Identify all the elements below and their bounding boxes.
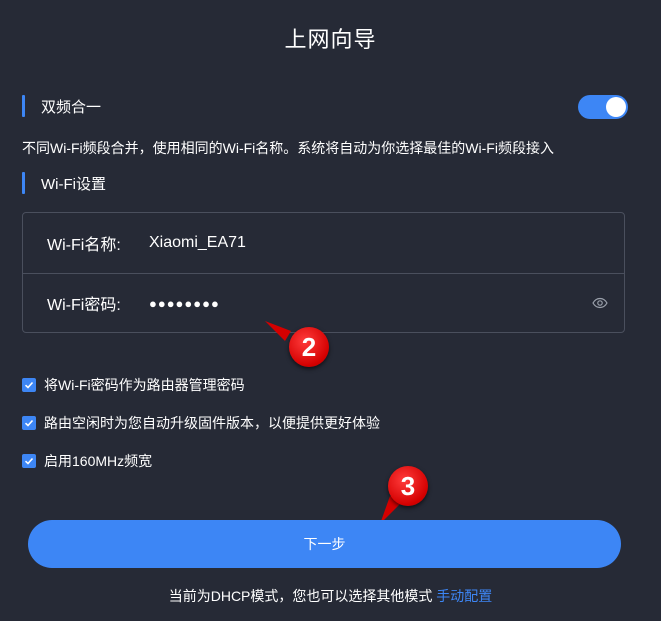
- check-icon[interactable]: [22, 454, 36, 468]
- wifi-settings-section-header: Wi-Fi设置: [22, 172, 106, 194]
- option-label: 将Wi-Fi密码作为路由器管理密码: [44, 377, 245, 393]
- dual-band-section-header: 双频合一: [22, 95, 101, 117]
- wifi-password-label: Wi-Fi密码:: [47, 297, 121, 314]
- next-step-button[interactable]: 下一步: [28, 520, 621, 568]
- dual-band-label: 双频合一: [41, 98, 102, 116]
- option-row[interactable]: 路由空闲时为您自动升级固件版本，以便提供更好体验: [22, 414, 380, 432]
- step-3-callout: 3: [380, 466, 428, 524]
- step-2-number: 2: [289, 327, 329, 367]
- wifi-password-row: Wi-Fi密码: ●●●●●●●●: [23, 273, 624, 333]
- dual-band-toggle[interactable]: [578, 95, 628, 119]
- option-row[interactable]: 将Wi-Fi密码作为路由器管理密码: [22, 376, 245, 394]
- setup-wizard-page: 上网向导 双频合一 不同Wi-Fi频段合并，使用相同的Wi-Fi名称。系统将自动…: [0, 0, 661, 621]
- step-3-number: 3: [388, 466, 428, 506]
- wifi-name-label: Wi-Fi名称:: [47, 237, 121, 254]
- option-label: 路由空闲时为您自动升级固件版本，以便提供更好体验: [44, 415, 380, 431]
- check-icon[interactable]: [22, 416, 36, 430]
- wifi-settings-label: Wi-Fi设置: [41, 175, 106, 193]
- step-2-callout: 2: [265, 321, 329, 367]
- dual-band-description: 不同Wi-Fi频段合并，使用相同的Wi-Fi名称。系统将自动为你选择最佳的Wi-…: [22, 140, 554, 156]
- section-accent-bar: [22, 172, 25, 194]
- wifi-password-input[interactable]: ●●●●●●●●: [149, 296, 220, 311]
- wifi-name-row: Wi-Fi名称: Xiaomi_EA71: [23, 213, 624, 274]
- wifi-settings-box: Wi-Fi名称: Xiaomi_EA71 Wi-Fi密码: ●●●●●●●●: [22, 212, 625, 333]
- section-accent-bar: [22, 95, 25, 117]
- dhcp-mode-note: 当前为DHCP模式，您也可以选择其他模式: [168, 588, 433, 604]
- option-label: 启用160MHz频宽: [44, 453, 153, 469]
- page-title: 上网向导: [284, 27, 377, 52]
- wifi-name-input[interactable]: Xiaomi_EA71: [149, 234, 246, 252]
- toggle-knob: [606, 97, 626, 117]
- footer-text: 当前为DHCP模式，您也可以选择其他模式 手动配置: [0, 586, 661, 606]
- check-icon[interactable]: [22, 378, 36, 392]
- option-row[interactable]: 启用160MHz频宽: [22, 452, 152, 470]
- eye-icon[interactable]: [592, 295, 608, 311]
- manual-config-link[interactable]: 手动配置: [436, 588, 492, 604]
